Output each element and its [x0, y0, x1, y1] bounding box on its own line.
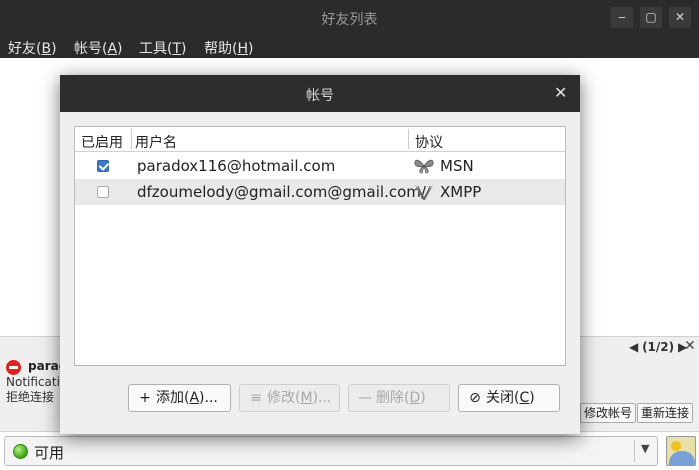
modify-account-button[interactable]: 修改帐号 — [580, 403, 637, 423]
account-username: paradox116@hotmail.com — [137, 157, 336, 175]
modify-key: M — [300, 390, 313, 406]
window-close-button[interactable]: ✕ — [669, 7, 691, 28]
table-row[interactable]: dfzoumelody@gmail.com@gmail.com/ XMPP — [75, 179, 565, 205]
accounts-table: 已启用 用户名 协议 paradox116@hotmail.com MSN df… — [74, 126, 566, 366]
close-label: 关闭( — [486, 390, 520, 406]
delete-tail: ) — [420, 390, 426, 406]
plus-icon: + — [139, 390, 151, 406]
column-enabled[interactable]: 已启用 — [81, 132, 123, 152]
menu-accounts-label: 帐号( — [74, 41, 108, 57]
butterfly-icon — [414, 159, 434, 174]
main-titlebar: 好友列表 ‒ ▢ ✕ — [0, 0, 699, 35]
add-label: 添加( — [156, 390, 190, 406]
status-separator — [634, 440, 635, 462]
menu-buddies-key: B — [41, 41, 52, 57]
status-selector[interactable]: 可用 ▼ — [4, 436, 658, 466]
dropdown-arrow-icon[interactable]: ▼ — [641, 442, 649, 455]
dialog-titlebar: 帐号 ✕ — [60, 75, 580, 112]
enabled-checkbox[interactable] — [97, 160, 109, 172]
avatar-sun-shape — [671, 441, 681, 451]
window-title: 好友列表 — [321, 12, 378, 28]
statusbar: 可用 ▼ — [0, 431, 699, 470]
accounts-dialog: 帐号 ✕ 已启用 用户名 协议 paradox116@hotmail.com M… — [60, 75, 580, 434]
menu-tools-label: 工具( — [139, 41, 173, 57]
account-protocol: XMPP — [440, 183, 482, 201]
menu-tools-key: T — [172, 41, 182, 57]
notification-pager: ◀ (1/2) ▶ — [629, 340, 687, 354]
pager-count: (1/2) — [642, 340, 675, 354]
xmpp-icon — [415, 185, 433, 200]
menu-accounts[interactable]: 帐号(A) — [74, 38, 123, 58]
edit-icon: ≡ — [250, 390, 262, 406]
menu-buddies-tail: ) — [51, 41, 57, 57]
pager-prev-icon[interactable]: ◀ — [629, 340, 638, 354]
column-protocol[interactable]: 协议 — [415, 132, 443, 152]
modify-account-dialog-button[interactable]: ≡ 修改(M)... — [239, 384, 340, 412]
menu-buddies[interactable]: 好友(B) — [8, 38, 57, 58]
modify-label: 修改( — [267, 390, 301, 406]
buddy-icon-avatar[interactable] — [666, 436, 696, 466]
available-status-icon — [13, 444, 28, 459]
close-dialog-button[interactable]: ⊘ 关闭(C) — [458, 384, 560, 412]
add-tail: )... — [199, 390, 218, 406]
avatar-hill-shape — [669, 451, 695, 465]
add-account-button[interactable]: + 添加(A)... — [128, 384, 231, 412]
minimize-button[interactable]: ‒ — [611, 7, 633, 28]
menu-help-tail: ) — [248, 41, 254, 57]
notification-close-icon[interactable]: ✕ — [684, 338, 696, 354]
status-label: 可用 — [34, 444, 65, 462]
menu-buddies-label: 好友( — [8, 41, 42, 57]
menubar: 好友(B) 帐号(A) 工具(T) 帮助(H) — [0, 35, 699, 58]
cancel-icon: ⊘ — [469, 390, 481, 406]
minus-icon: — — [358, 390, 372, 406]
dialog-close-icon[interactable]: ✕ — [554, 83, 567, 102]
delete-key: D — [409, 390, 421, 406]
delete-account-button[interactable]: — 删除(D) — [348, 384, 450, 412]
menu-accounts-key: A — [107, 41, 118, 57]
column-divider — [131, 129, 132, 149]
modify-tail: )... — [312, 390, 332, 406]
reconnect-button[interactable]: 重新连接 — [637, 403, 694, 423]
dialog-title: 帐号 — [306, 88, 334, 104]
menu-help-key: H — [237, 41, 248, 57]
table-row[interactable]: paradox116@hotmail.com MSN — [75, 153, 565, 179]
close-tail: ) — [529, 390, 535, 406]
error-icon — [6, 360, 21, 375]
menu-tools-tail: ) — [181, 41, 187, 57]
table-header: 已启用 用户名 协议 — [75, 127, 565, 152]
enabled-checkbox[interactable] — [97, 186, 109, 198]
column-username[interactable]: 用户名 — [135, 132, 177, 152]
notification-message: Notificati — [6, 375, 60, 389]
menu-help[interactable]: 帮助(H) — [204, 38, 253, 58]
account-username: dfzoumelody@gmail.com@gmail.com/ — [137, 183, 426, 201]
close-key: C — [519, 390, 530, 406]
maximize-button[interactable]: ▢ — [640, 7, 662, 28]
menu-tools[interactable]: 工具(T) — [139, 38, 187, 58]
menu-accounts-tail: ) — [117, 41, 123, 57]
menu-help-label: 帮助( — [204, 41, 238, 57]
column-divider — [408, 129, 409, 149]
delete-label: 删除( — [376, 390, 410, 406]
account-protocol: MSN — [440, 157, 474, 175]
notification-detail: 拒绝连接 — [6, 390, 55, 404]
add-key: A — [189, 390, 200, 406]
